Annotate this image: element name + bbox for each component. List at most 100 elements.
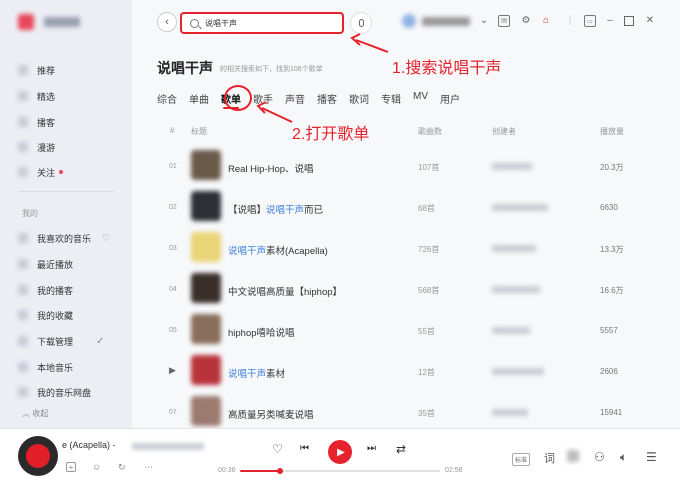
album-cover[interactable] (18, 436, 58, 476)
creator-name[interactable] (492, 245, 536, 252)
sidebar-item-featured[interactable]: 精选 (18, 87, 55, 105)
tab-comprehensive[interactable]: 综合 (157, 91, 177, 106)
add-to-playlist-icon[interactable]: + (66, 462, 76, 472)
mail-icon[interactable]: ✉ (498, 15, 510, 27)
playlist-title[interactable]: 说唱干声素材 (228, 366, 285, 380)
tab-users[interactable]: 用户 (440, 91, 460, 106)
playlist-cover[interactable] (191, 396, 221, 426)
repeat-icon[interactable]: ⇄ (396, 442, 406, 456)
logo-mark (18, 14, 34, 30)
sidebar-item-liked[interactable]: 我喜欢的音乐 ♡ (18, 229, 110, 247)
creator-name[interactable] (492, 286, 540, 293)
table-row[interactable]: 07 高质量另类喊麦说唱 35首 15941 (132, 392, 680, 433)
like-icon[interactable]: ♡ (272, 442, 283, 456)
playlist-title[interactable]: 高质量另类喊麦说唱 (228, 407, 314, 421)
sidebar-item-cloud[interactable]: 我的音乐网盘 (18, 383, 91, 401)
sidebar-item-label: 精选 (37, 91, 56, 102)
table-row[interactable]: 05 hiphop嘻哈说唱 55首 5557 (132, 310, 680, 351)
tab-mv[interactable]: MV (413, 91, 428, 106)
tab-artists[interactable]: 歌手 (253, 91, 273, 106)
table-row[interactable]: 02 【说唱】说唱干声而已 68首 6630 (132, 187, 680, 228)
playlist-title[interactable]: 中文说唱高质量【hiphop】 (228, 284, 342, 298)
sidebar-item-recent[interactable]: 最近播放 (18, 255, 73, 273)
effects-icon[interactable] (567, 450, 579, 462)
next-icon[interactable]: ⏭ (367, 443, 376, 454)
playlist-cover[interactable] (191, 273, 221, 303)
playlist-title[interactable]: hiphop嘻哈说唱 (228, 325, 295, 339)
avatar[interactable] (402, 14, 416, 28)
playlist-cover[interactable] (191, 232, 221, 262)
playlist-cover[interactable] (191, 314, 221, 344)
sidebar-item-roam[interactable]: 漫游 (18, 138, 55, 156)
sidebar-item-podcast[interactable]: 播客 (18, 113, 55, 131)
check-circle-icon: ✓ (96, 335, 105, 347)
sidebar-item-follow[interactable]: 关注 (18, 163, 64, 181)
playlist-title[interactable]: 【说唱】说唱干声而已 (228, 202, 323, 216)
title-text: 中文说唱高质量【hiphop】 (228, 287, 343, 298)
creator-name[interactable] (492, 409, 528, 416)
username[interactable] (422, 17, 470, 26)
creator-name[interactable] (492, 327, 530, 334)
play-count: 6630 (600, 203, 618, 212)
quality-badge[interactable]: 标准 (512, 453, 531, 466)
tab-podcasts[interactable]: 播客 (317, 91, 337, 106)
sidebar-item-label: 我的收藏 (37, 310, 74, 321)
more-icon[interactable]: ⋯ (144, 462, 153, 473)
sidebar-item-downloads[interactable]: 下载管理 ✓ (18, 332, 104, 350)
annotation-circle (224, 85, 252, 111)
mini-mode-icon[interactable]: ▭ (584, 15, 596, 27)
collapse-button[interactable]: ︿ 收起 (22, 408, 48, 419)
share-icon[interactable]: ↻ (118, 462, 126, 473)
annotation-step2: 2.打开歌单 (292, 126, 370, 143)
creator-name[interactable] (492, 163, 532, 170)
table-row[interactable]: ▶ 说唱干声素材 12首 2606 (132, 351, 680, 392)
chevron-left-icon: ‹ (165, 16, 169, 28)
sidebar-item-my-podcast[interactable]: 我的播客 (18, 281, 73, 299)
maximize-icon[interactable] (624, 16, 634, 26)
lyrics-button[interactable]: 词 (544, 450, 555, 466)
tab-songs[interactable]: 单曲 (189, 91, 209, 106)
gear-icon[interactable]: ⚙ (520, 15, 532, 27)
tab-sounds[interactable]: 声音 (285, 91, 305, 106)
sidebar-item-recommend[interactable]: 推荐 (18, 61, 55, 79)
playing-icon[interactable]: ▶ (169, 365, 176, 376)
song-count: 35首 (418, 409, 435, 418)
gift-icon[interactable]: ⌂ (540, 15, 552, 27)
previous-icon[interactable]: ⏮ (300, 443, 309, 454)
sidebar-item-local[interactable]: 本地音乐 (18, 358, 73, 376)
comment-icon[interactable]: ☺ (92, 462, 101, 472)
sidebar-item-favorites[interactable]: 我的收藏 (18, 306, 73, 324)
song-title[interactable]: e (Acapella) - (62, 440, 116, 450)
playlist-title[interactable]: Real Hip-Hop、说唱 (228, 161, 314, 175)
playlist-cover[interactable] (191, 191, 221, 221)
table-row[interactable]: 04 中文说唱高质量【hiphop】 568首 16.6万 (132, 269, 680, 310)
notification-dot (59, 170, 64, 174)
play-button[interactable]: ▶ (328, 440, 352, 464)
heartbeat-mode-icon[interactable]: ♡ (102, 233, 110, 244)
microphone-icon (358, 19, 364, 27)
playlist-cover[interactable] (191, 355, 221, 385)
listen-together-icon[interactable]: ⚇ (594, 450, 605, 464)
creator-name[interactable] (492, 368, 544, 375)
song-artist[interactable] (132, 443, 204, 450)
tab-lyrics[interactable]: 歌词 (349, 91, 369, 106)
volume-icon[interactable]: 🔈︎ (620, 450, 627, 465)
minimize-icon[interactable]: – (604, 15, 616, 27)
playlist-cover[interactable] (191, 150, 221, 180)
creator-name[interactable] (492, 204, 548, 211)
play-count: 13.3万 (600, 245, 624, 254)
app-logo[interactable] (18, 14, 80, 30)
progress-bar[interactable] (240, 468, 440, 474)
table-row[interactable]: 01 Real Hip-Hop、说唱 107首 20.3万 (132, 146, 680, 187)
progress-handle[interactable] (277, 468, 283, 474)
clock-icon (18, 259, 28, 269)
playlist-queue-icon[interactable]: ☰ (646, 450, 657, 464)
chevron-down-icon[interactable]: ⌄ (478, 15, 490, 27)
search-input[interactable]: 说唱干声 (180, 12, 344, 34)
playlist-title[interactable]: 说唱干声素材(Acapella) (228, 243, 328, 257)
table-row[interactable]: 03 说唱干声素材(Acapella) 726首 13.3万 (132, 228, 680, 269)
tab-albums[interactable]: 专辑 (381, 91, 401, 106)
back-button[interactable]: ‹ (157, 12, 177, 32)
close-icon[interactable]: ✕ (644, 15, 656, 27)
voice-search-button[interactable] (350, 12, 372, 34)
